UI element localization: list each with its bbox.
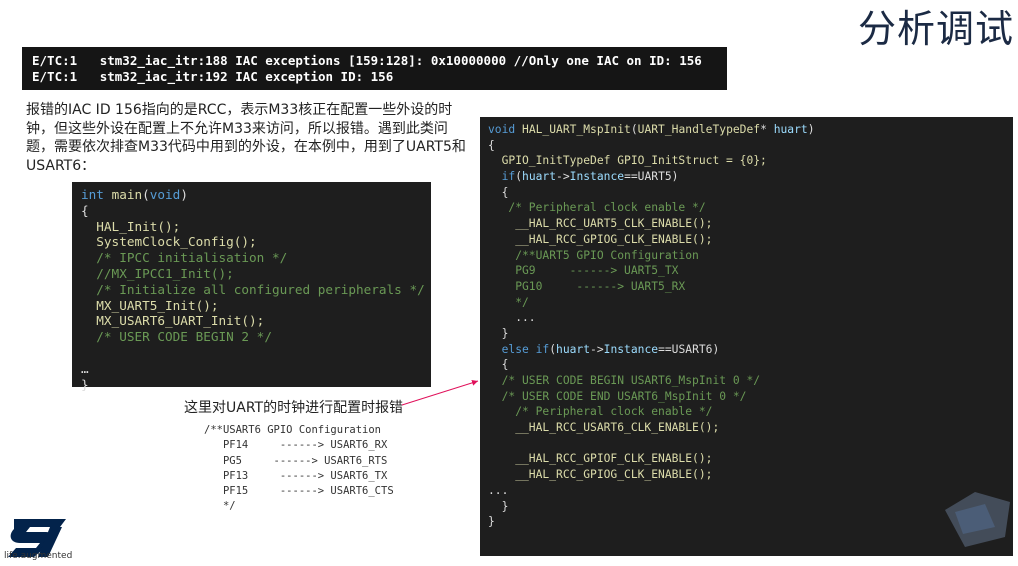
gpio-line: PF14 ------> USART6_RX: [204, 439, 388, 452]
usart6-gpio-config: /**USART6 GPIO Configuration PF14 ------…: [204, 423, 394, 515]
gpio-line: PF15 ------> USART6_CTS: [204, 485, 394, 498]
watermark-logo-icon: [945, 492, 1010, 547]
annotation-arrow-icon: [401, 379, 479, 406]
gpio-line: /**USART6 GPIO Configuration: [204, 424, 382, 436]
gpio-line: */: [204, 500, 236, 513]
logo-tagline: life.augmented: [4, 551, 73, 561]
gpio-line: PF13 ------> USART6_TX: [204, 469, 388, 482]
gpio-line: PG5 ------> USART6_RTS: [204, 454, 388, 467]
